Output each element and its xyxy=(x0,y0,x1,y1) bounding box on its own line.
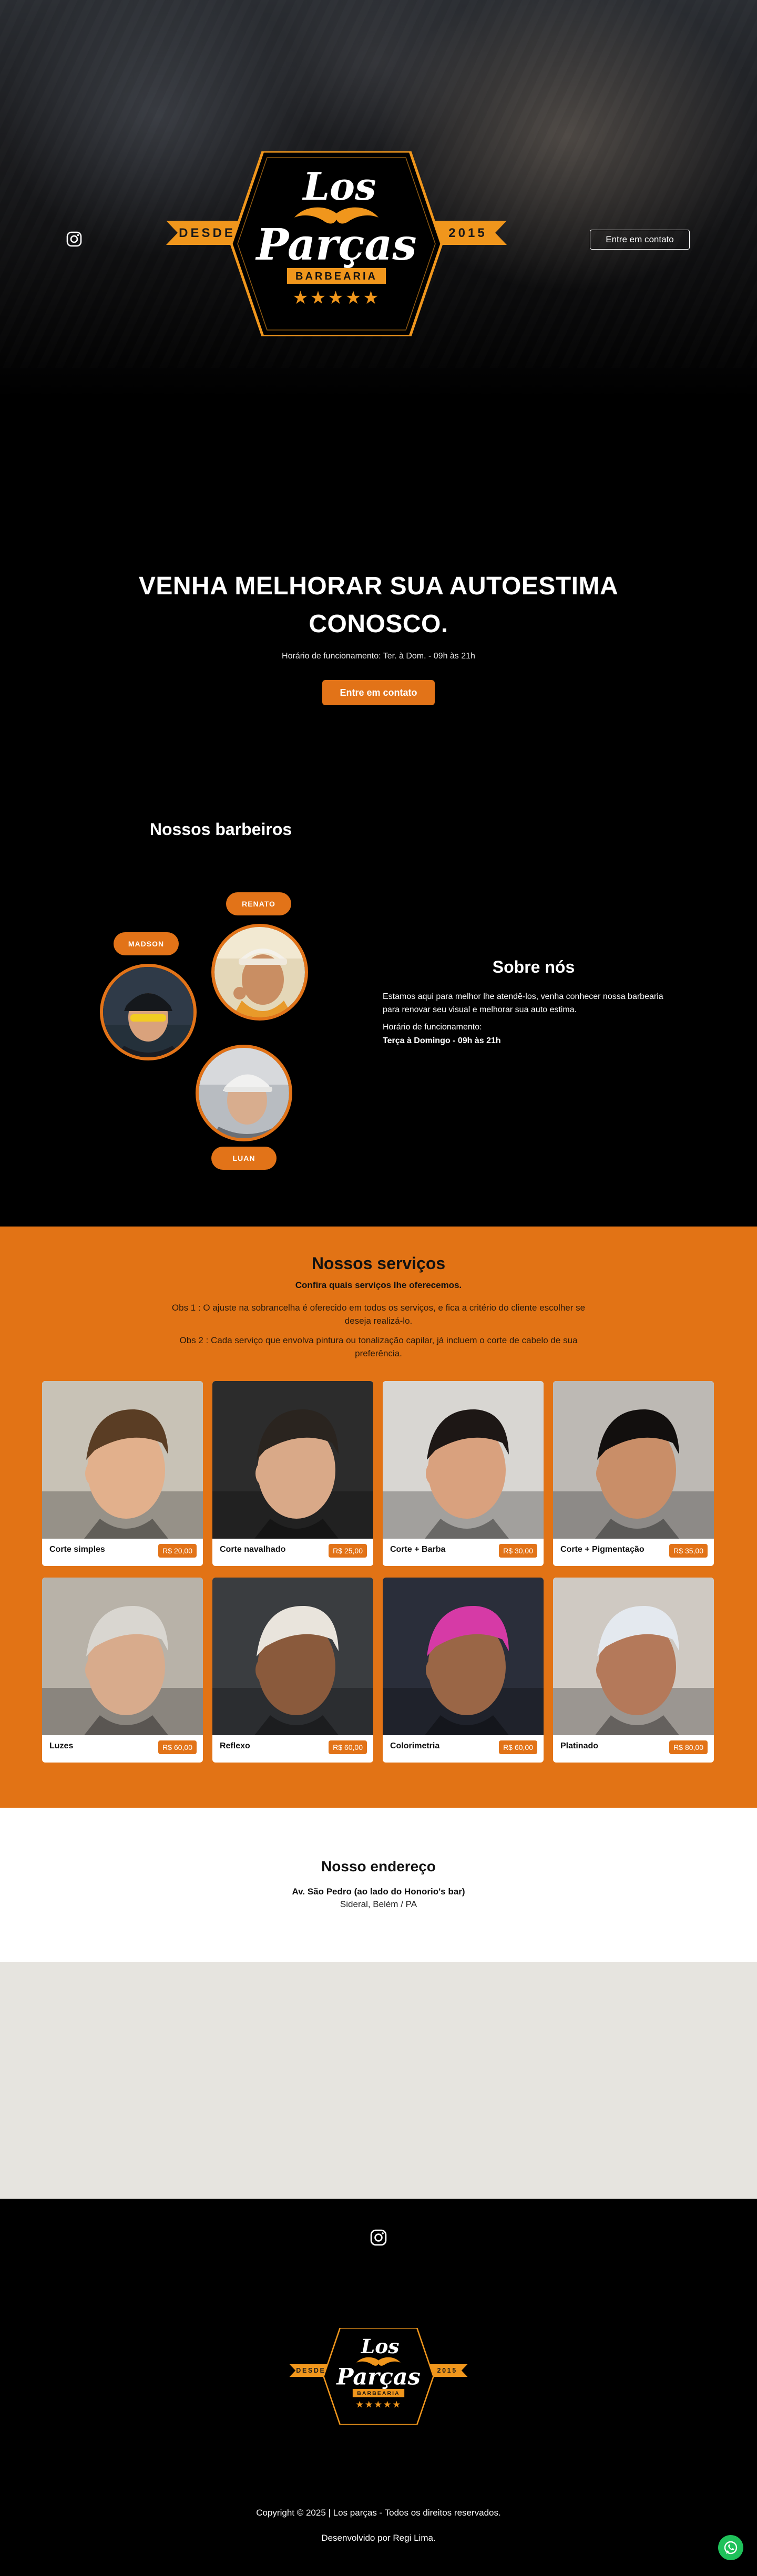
footer-brand-logo[interactable]: DESDE 2015 Los Parças BARBEARIA ★★★★★ xyxy=(289,2327,468,2426)
hero-title-line2: CONOSCO. xyxy=(309,610,448,638)
barber-label-luan: LUAN xyxy=(211,1147,277,1170)
barber-photo-madson[interactable] xyxy=(100,964,197,1060)
about-text: Estamos aqui para melhor lhe atendê-los,… xyxy=(383,992,663,1014)
address-line-2: Sideral, Belém / PA xyxy=(340,1899,417,1909)
hero-title: VENHA MELHORAR SUA AUTOESTIMA CONOSCO. xyxy=(89,568,668,643)
service-name: Platinado xyxy=(560,1742,599,1750)
hero-contact-button[interactable]: Entre em contato xyxy=(322,680,435,705)
about-title: Sobre nós xyxy=(492,957,575,976)
service-photo xyxy=(212,1578,373,1735)
service-price-badge: R$ 60,00 xyxy=(329,1740,367,1754)
service-card[interactable]: Corte + Pigmentação R$ 35,00 xyxy=(553,1381,714,1566)
instagram-icon[interactable] xyxy=(370,2229,387,2246)
service-name: Corte + Barba xyxy=(390,1545,446,1554)
map-embed[interactable] xyxy=(0,1962,757,2199)
service-card[interactable]: Luzes R$ 60,00 xyxy=(42,1578,203,1763)
address-section: Nosso endereço Av. São Pedro (ao lado do… xyxy=(0,1808,757,1962)
barber-label-madson: MADSON xyxy=(114,932,179,955)
hero-section: DESDE 2015 Los Parças BARBEARIA ★★★★★ En… xyxy=(0,0,757,757)
brand-name-bottom: Parças xyxy=(255,220,416,270)
service-price-badge: R$ 30,00 xyxy=(499,1544,537,1558)
since-year: 2015 xyxy=(448,226,487,240)
service-photo xyxy=(212,1381,373,1539)
rating-stars: ★★★★★ xyxy=(292,287,380,308)
about-hours: Terça à Domingo - 09h às 21h xyxy=(383,1036,501,1045)
service-photo xyxy=(42,1381,203,1539)
service-price-badge: R$ 80,00 xyxy=(669,1740,708,1754)
service-photo xyxy=(383,1381,544,1539)
about-hours-label: Horário de funcionamento: xyxy=(383,1023,482,1032)
barber-photo-renato[interactable] xyxy=(211,924,308,1021)
service-photo xyxy=(42,1578,203,1735)
service-photo xyxy=(553,1578,714,1735)
footer-rating-stars: ★★★★★ xyxy=(355,2400,401,2410)
service-name: Colorimetria xyxy=(390,1742,440,1750)
barber-photo-luan[interactable] xyxy=(196,1045,292,1141)
services-obs-1: Obs 1 : O ajuste na sobrancelha é oferec… xyxy=(171,1303,586,1326)
services-subtitle: Confira quais serviços lhe oferecemos. xyxy=(295,1280,462,1290)
service-price-badge: R$ 35,00 xyxy=(669,1544,708,1558)
service-price-badge: R$ 20,00 xyxy=(158,1544,197,1558)
page: DESDE 2015 Los Parças BARBEARIA ★★★★★ En… xyxy=(0,0,757,2576)
instagram-icon[interactable] xyxy=(66,231,82,247)
address-line-1: Av. São Pedro (ao lado do Honorio's bar) xyxy=(292,1887,465,1897)
footer-since-year: 2015 xyxy=(437,2367,457,2374)
barber-label-renato: RENATO xyxy=(226,892,291,915)
svg-text:Los: Los xyxy=(361,2335,400,2358)
service-card[interactable]: Colorimetria R$ 60,00 xyxy=(383,1578,544,1763)
hero-title-line1: VENHA MELHORAR SUA AUTOESTIMA xyxy=(138,572,619,600)
service-card[interactable]: Corte + Barba R$ 30,00 xyxy=(383,1381,544,1566)
barbers-title: Nossos barbeiros xyxy=(149,820,292,839)
service-card[interactable]: Platinado R$ 80,00 xyxy=(553,1578,714,1763)
footer-since-label: DESDE xyxy=(296,2367,325,2374)
contact-button-header[interactable]: Entre em contato xyxy=(590,230,690,250)
service-price-badge: R$ 60,00 xyxy=(158,1740,197,1754)
service-name: Corte + Pigmentação xyxy=(560,1545,645,1554)
whatsapp-icon[interactable] xyxy=(718,2535,743,2560)
services-title: Nossos serviços xyxy=(311,1254,446,1273)
service-price-badge: R$ 25,00 xyxy=(329,1544,367,1558)
svg-text:Parças: Parças xyxy=(336,2364,420,2390)
service-name: Luzes xyxy=(49,1742,74,1750)
footer-brand-sub: BARBEARIA xyxy=(357,2391,400,2397)
service-name: Reflexo xyxy=(220,1742,250,1750)
service-name: Corte navalhado xyxy=(220,1545,286,1554)
services-section: Nossos serviços Confira quais serviços l… xyxy=(0,1227,757,1808)
services-obs-2: Obs 2 : Cada serviço que envolva pintura… xyxy=(179,1335,578,1358)
service-card[interactable]: Corte navalhado R$ 25,00 xyxy=(212,1381,373,1566)
service-card[interactable]: Reflexo R$ 60,00 xyxy=(212,1578,373,1763)
address-title: Nosso endereço xyxy=(321,1858,436,1874)
service-price-badge: R$ 60,00 xyxy=(499,1740,537,1754)
footer: DESDE 2015 Los Parças BARBEARIA ★★★★★ Co… xyxy=(0,2199,757,2576)
since-label: DESDE xyxy=(179,226,236,240)
copyright-text: Copyright © 2025 | Los parças - Todos os… xyxy=(256,2508,501,2518)
service-photo xyxy=(383,1578,544,1735)
developer-credit: Desenvolvido por Regi Lima. xyxy=(321,2533,436,2543)
brand-logo[interactable]: DESDE 2015 Los Parças BARBEARIA ★★★★★ xyxy=(166,150,507,338)
service-photo xyxy=(553,1381,714,1539)
service-card[interactable]: Corte simples R$ 20,00 xyxy=(42,1381,203,1566)
service-name: Corte simples xyxy=(49,1545,105,1554)
hero-hours: Horário de funcionamento: Ter. à Dom. - … xyxy=(282,652,475,661)
brand-name-top: Los xyxy=(302,164,376,209)
brand-sub: BARBEARIA xyxy=(295,271,377,282)
